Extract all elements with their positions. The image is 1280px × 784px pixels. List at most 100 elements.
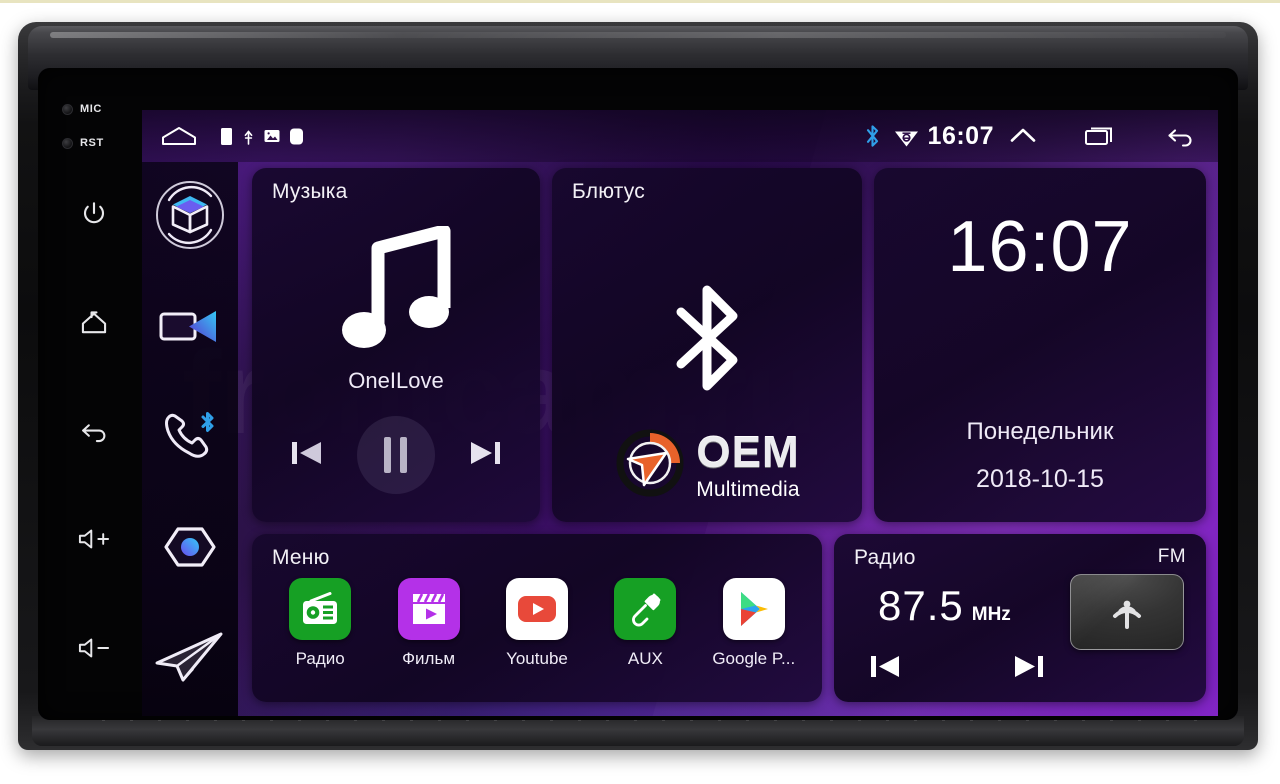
- back-arrow-icon: [78, 417, 110, 445]
- menu-title: Меню: [272, 546, 330, 569]
- app-radio[interactable]: Радио: [271, 578, 369, 669]
- oem-brand-logo: OEM Multimedia: [552, 427, 862, 504]
- movie-clapper-icon: [397, 578, 460, 640]
- volume-up-icon: [74, 526, 114, 552]
- bluetooth-glyph-icon: [552, 278, 862, 398]
- tile-radio[interactable]: Радио FM 87.5 MHz: [834, 534, 1206, 702]
- home-icon: [78, 308, 110, 338]
- device-bottom-bezel: [32, 716, 1244, 746]
- tile-menu: Меню Радио Фильм Youtube AUX Google P...: [252, 534, 822, 702]
- music-track-title: OneILove: [348, 368, 444, 393]
- usb-icon: [242, 127, 255, 146]
- clock-time: 16:07: [947, 207, 1133, 287]
- app-aux-label: AUX: [627, 649, 663, 668]
- home-button[interactable]: [56, 268, 132, 376]
- radio-frequency-unit: MHz: [971, 604, 1011, 625]
- oem-brand-name: OEM: [696, 428, 800, 477]
- android-screen: frontcam.ru: [142, 110, 1218, 716]
- page-top-rule: [0, 0, 1280, 3]
- app-youtube-label: Youtube: [506, 649, 568, 668]
- rail-item-video[interactable]: [142, 273, 238, 384]
- paper-plane-icon: [153, 629, 227, 692]
- image-icon: [264, 128, 280, 144]
- oem-compass-logo: [614, 427, 686, 504]
- recents-icon[interactable]: [1084, 124, 1118, 148]
- tile-clock[interactable]: 16:07 Понедельник 2018-10-15: [874, 168, 1206, 522]
- aux-cable-icon: [614, 578, 677, 640]
- radio-frequency-value: 87.5: [878, 582, 964, 629]
- status-bar-left-icons: [160, 125, 304, 147]
- app-movie-label: Фильм: [402, 649, 456, 668]
- app-radio-label: Радио: [295, 649, 345, 668]
- radio-antenna-button[interactable]: [1070, 574, 1184, 650]
- radio-title: Радио: [854, 546, 916, 569]
- menu-app-list: Радио Фильм Youtube AUX Google P...: [266, 578, 808, 669]
- clock-date: 2018-10-15: [976, 465, 1104, 493]
- music-controls: [252, 416, 540, 494]
- radio-band: FM: [1157, 546, 1186, 567]
- rst-label: RST: [80, 137, 104, 149]
- device-face: MIC RST 16:07 Музыка OneILove Блютус OEM…: [38, 68, 1238, 720]
- music-note-icon: [252, 226, 540, 356]
- app-google-play[interactable]: Google P...: [705, 578, 803, 669]
- pause-button[interactable]: [356, 416, 435, 494]
- reset-indicator[interactable]: RST: [56, 126, 132, 160]
- app-youtube[interactable]: Youtube: [488, 578, 586, 669]
- bluetooth-title: Блютус: [572, 180, 645, 203]
- head-unit-device: MIC RST 16:07 Музыка OneILove Блютус OEM…: [18, 22, 1258, 750]
- home-outline-icon[interactable]: [160, 125, 198, 147]
- power-button[interactable]: [56, 160, 132, 268]
- hardware-button-column: MIC RST: [56, 86, 132, 702]
- app-movie[interactable]: Фильм: [380, 578, 478, 669]
- wifi-icon[interactable]: [893, 124, 920, 149]
- cube-apps-icon: [149, 174, 231, 261]
- home-tiles: Музыка OneILove Блютус OEM Multimedia 16…: [238, 162, 1218, 716]
- status-bar: 16:07: [142, 110, 1218, 162]
- radio-controls: [862, 651, 1052, 688]
- rail-item-navigation[interactable]: [142, 605, 238, 716]
- chevron-up-icon[interactable]: [1008, 124, 1038, 148]
- volume-down-icon: [74, 635, 114, 661]
- google-play-icon: [722, 578, 785, 640]
- status-bar-clock: 16:07: [927, 121, 994, 150]
- music-title: Музыка: [272, 180, 348, 203]
- pause-icon: [384, 437, 408, 473]
- skip-next-icon[interactable]: [466, 436, 504, 475]
- app-aux[interactable]: AUX: [596, 578, 694, 669]
- power-icon: [79, 199, 109, 229]
- rail-item-apps[interactable]: [142, 162, 238, 273]
- antenna-broadcast-icon: [1103, 586, 1151, 639]
- radio-icon: [289, 578, 352, 640]
- phone-bluetooth-icon: [159, 409, 221, 468]
- app-rail: [142, 162, 238, 716]
- oem-brand-text: OEM Multimedia: [696, 428, 800, 501]
- back-arrow-icon[interactable]: [1164, 124, 1196, 148]
- white-square-icon: [220, 127, 233, 146]
- video-play-icon: [158, 306, 222, 351]
- status-bar-right-icons: 16:07: [864, 122, 1196, 151]
- rounded-square-icon: [289, 127, 304, 146]
- bluetooth-icon[interactable]: [864, 123, 881, 149]
- volume-down-button[interactable]: [56, 594, 132, 702]
- back-button[interactable]: [56, 377, 132, 485]
- tile-bluetooth[interactable]: Блютус OEM Multimedia: [552, 168, 862, 522]
- mic-label: MIC: [80, 103, 102, 115]
- app-google-play-label: Google P...: [712, 649, 796, 668]
- rail-item-bluetooth-phone[interactable]: [142, 384, 238, 495]
- tiles-row-top: Музыка OneILove Блютус OEM Multimedia 16…: [252, 168, 1206, 522]
- mic-indicator: MIC: [56, 92, 132, 126]
- mic-led-icon: [62, 103, 73, 115]
- clock-weekday: Понедельник: [966, 418, 1114, 445]
- rail-item-settings[interactable]: [142, 494, 238, 605]
- volume-up-button[interactable]: [56, 485, 132, 593]
- tile-music[interactable]: Музыка OneILove: [252, 168, 540, 522]
- skip-previous-icon[interactable]: [288, 436, 326, 475]
- skip-previous-icon[interactable]: [868, 651, 904, 688]
- rst-led-icon: [62, 137, 73, 149]
- tiles-row-bottom: Меню Радио Фильм Youtube AUX Google P...…: [252, 534, 1206, 702]
- hexagon-dot-icon: [162, 523, 218, 576]
- youtube-icon: [505, 578, 568, 640]
- skip-next-icon[interactable]: [1010, 651, 1046, 688]
- oem-brand-sub: Multimedia: [696, 478, 800, 501]
- radio-frequency: 87.5 MHz: [878, 582, 1011, 630]
